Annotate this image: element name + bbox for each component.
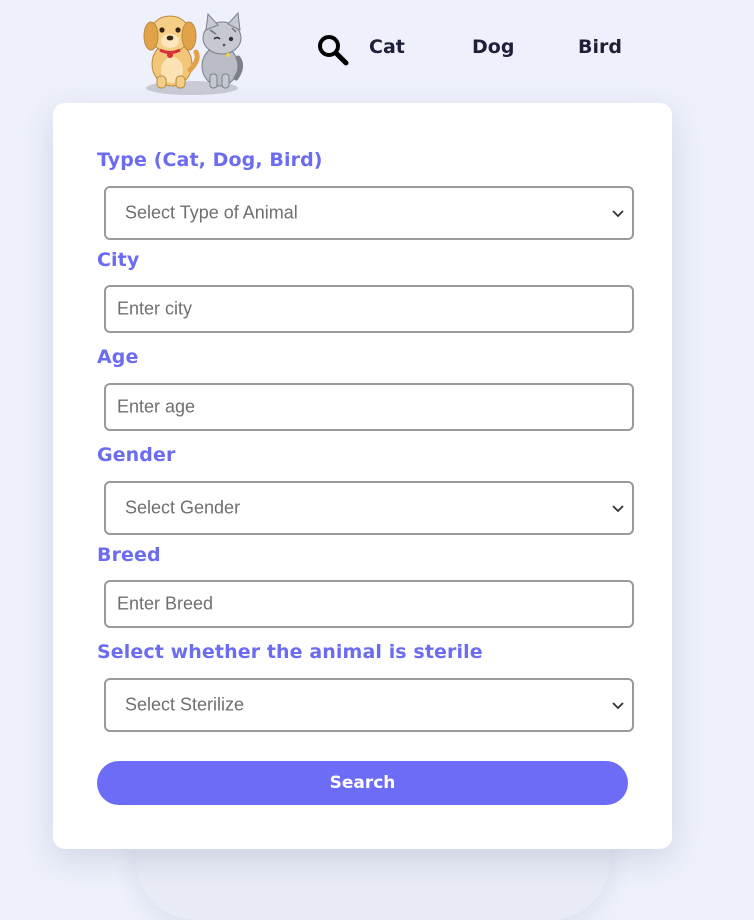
sterile-select-value: Select Sterilize xyxy=(125,694,245,715)
age-input-placeholder: Enter age xyxy=(117,396,196,417)
sterile-label: Select whether the animal is sterile xyxy=(97,641,483,663)
search-icon[interactable] xyxy=(316,33,350,67)
nav-link-cat[interactable]: Cat xyxy=(369,36,405,58)
breed-input[interactable]: Enter Breed xyxy=(104,580,634,628)
gender-label: Gender xyxy=(97,444,176,466)
type-select[interactable]: Select Type of Animal xyxy=(104,186,634,240)
city-input[interactable]: Enter city xyxy=(104,285,634,333)
age-input[interactable]: Enter age xyxy=(104,383,634,431)
chevron-down-icon xyxy=(612,210,624,218)
dog-and-cat-logo[interactable] xyxy=(140,8,244,96)
city-input-placeholder: Enter city xyxy=(117,298,193,319)
gender-select[interactable]: Select Gender xyxy=(104,481,634,535)
search-button[interactable]: Search xyxy=(97,761,628,805)
city-label: City xyxy=(97,249,140,271)
type-select-value: Select Type of Animal xyxy=(125,202,298,223)
age-label: Age xyxy=(97,346,139,368)
breed-input-placeholder: Enter Breed xyxy=(117,593,214,614)
nav-link-bird[interactable]: Bird xyxy=(578,36,622,58)
chevron-down-icon xyxy=(612,702,624,710)
search-form-card: Type (Cat, Dog, Bird) Select Type of Ani… xyxy=(53,103,672,849)
nav-link-dog[interactable]: Dog xyxy=(472,36,514,58)
site-header: Cat Dog Bird xyxy=(0,0,754,100)
type-label: Type (Cat, Dog, Bird) xyxy=(97,149,323,171)
gender-select-value: Select Gender xyxy=(125,497,241,518)
breed-label: Breed xyxy=(97,544,161,566)
sterile-select[interactable]: Select Sterilize xyxy=(104,678,634,732)
chevron-down-icon xyxy=(612,505,624,513)
